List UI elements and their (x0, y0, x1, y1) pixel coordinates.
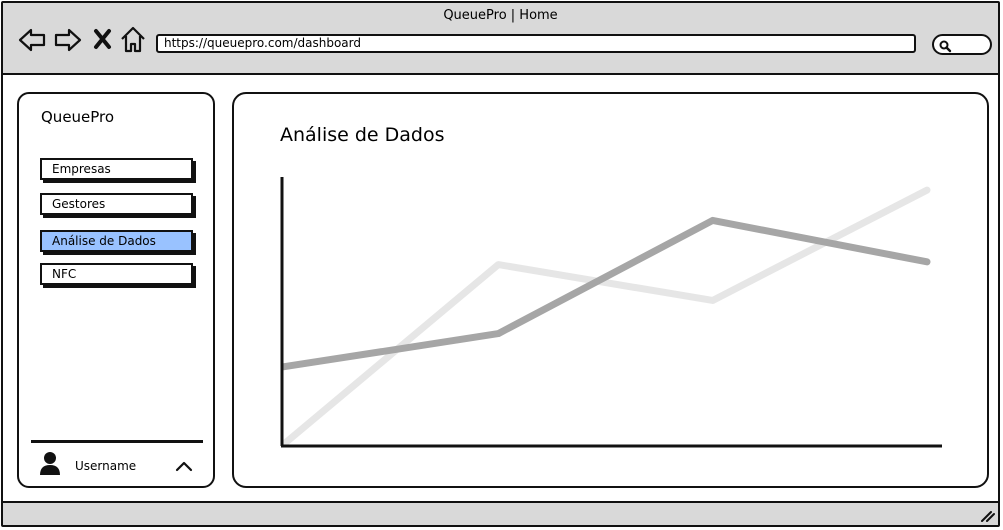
brand-name: QueuePro (41, 108, 115, 126)
series-line-2 (280, 216, 931, 371)
sidebar-item-label: Análise de Dados (52, 234, 156, 248)
search-field[interactable] (932, 34, 992, 55)
series-line-1 (280, 186, 931, 448)
user-profile[interactable]: Username (39, 451, 199, 481)
page-content: QueuePro Empresas Gestores Análise de Da… (3, 75, 998, 503)
user-icon (40, 452, 60, 475)
sidebar: QueuePro Empresas Gestores Análise de Da… (17, 92, 215, 488)
chevron-up-icon[interactable] (174, 459, 194, 473)
line-chart (280, 177, 942, 448)
status-bar (3, 501, 998, 525)
username-label: Username (75, 459, 137, 473)
main-panel: Análise de Dados (232, 92, 989, 488)
sidebar-item-label: NFC (52, 267, 77, 281)
sidebar-item-gestores[interactable]: Gestores (40, 193, 193, 215)
address-bar[interactable]: https://queuepro.com/dashboard (156, 34, 916, 53)
sidebar-item-empresas[interactable]: Empresas (40, 158, 193, 180)
resize-grip-icon[interactable] (979, 509, 995, 523)
search-icon (939, 40, 952, 53)
forward-icon[interactable] (53, 25, 83, 55)
sidebar-item-analise-de-dados[interactable]: Análise de Dados (40, 230, 193, 252)
back-icon[interactable] (17, 25, 47, 55)
sidebar-item-nfc[interactable]: NFC (40, 263, 193, 285)
sidebar-item-label: Empresas (52, 162, 111, 176)
browser-window: QueuePro | Home https://queuepro.com/das… (1, 1, 1000, 527)
close-icon[interactable] (91, 25, 121, 55)
sidebar-divider (31, 440, 203, 443)
home-icon[interactable] (118, 25, 148, 55)
sidebar-item-label: Gestores (52, 197, 106, 211)
title-bar: QueuePro | Home https://queuepro.com/das… (3, 3, 998, 75)
window-title: QueuePro | Home (443, 8, 558, 23)
